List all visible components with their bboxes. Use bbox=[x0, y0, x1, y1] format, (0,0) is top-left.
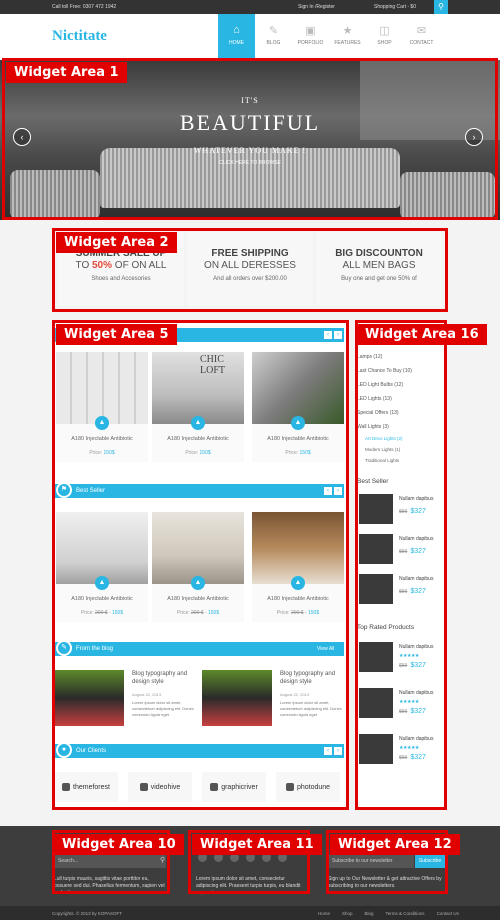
nav-label: FEATURES bbox=[334, 40, 361, 46]
nav-label: SHOP bbox=[377, 40, 392, 46]
camera-icon: ▣ bbox=[305, 25, 316, 37]
nav-label: PORFOLIO bbox=[297, 40, 324, 46]
gift-icon: ◫ bbox=[379, 25, 390, 37]
widget-area-5-label: Widget Area 5 bbox=[56, 324, 177, 345]
nav-contact[interactable]: ✉ CONTACT bbox=[403, 14, 440, 58]
footer-link-home[interactable]: Home bbox=[318, 911, 330, 916]
widget-area-12-label: Widget Area 12 bbox=[330, 834, 460, 855]
widget-area-5-frame bbox=[52, 320, 349, 810]
search-icon[interactable]: ⚲ bbox=[434, 0, 448, 14]
envelope-icon: ✉ bbox=[416, 25, 427, 37]
footer-link-contact[interactable]: Contact Us bbox=[437, 911, 459, 916]
nav-portfolio[interactable]: ▣ PORFOLIO bbox=[292, 14, 329, 58]
footer-link-shop[interactable]: Shop bbox=[342, 911, 353, 916]
footer-link-terms[interactable]: Terms & Conditions bbox=[386, 911, 425, 916]
main-nav: ⌂ HOME ✎ BLOG ▣ PORFOLIO ★ FEATURES ◫ SHOP ✉ C… bbox=[218, 14, 440, 60]
copyright-text: Copyrights. © 2013 by KOPASOFT bbox=[52, 911, 123, 916]
widget-area-16-frame bbox=[355, 320, 447, 810]
nav-features[interactable]: ★ FEATURES bbox=[329, 14, 366, 58]
nav-label: BLOG bbox=[266, 40, 281, 46]
nav-label: HOME bbox=[229, 40, 244, 46]
home-icon: ⌂ bbox=[233, 24, 240, 36]
star-icon: ★ bbox=[342, 25, 353, 37]
nav-label: CONTACT bbox=[409, 40, 434, 46]
widget-area-2-label: Widget Area 2 bbox=[56, 232, 177, 253]
top-bar: Call toll Free: 0307 472 1942 Sign In /R… bbox=[0, 0, 500, 14]
widget-area-11-label: Widget Area 11 bbox=[192, 834, 322, 855]
widget-area-1-label: Widget Area 1 bbox=[6, 62, 127, 83]
logo[interactable]: Nictitate bbox=[52, 28, 107, 45]
bottom-bar: Copyrights. © 2013 by KOPASOFT Home Shop… bbox=[0, 906, 500, 920]
footer-link-blog[interactable]: Blog bbox=[365, 911, 374, 916]
header: Nictitate ⌂ HOME ✎ BLOG ▣ PORFOLIO ★ FEATURE… bbox=[0, 14, 500, 60]
nav-shop[interactable]: ◫ SHOP bbox=[366, 14, 403, 58]
widget-area-16-label: Widget Area 16 bbox=[357, 324, 487, 345]
pencil-icon: ✎ bbox=[268, 25, 279, 37]
widget-area-10-label: Widget Area 10 bbox=[54, 834, 184, 855]
cart-link[interactable]: Shopping Cart - $0 bbox=[374, 4, 416, 10]
signin-link[interactable]: Sign In /Register bbox=[298, 4, 335, 10]
phone-text: Call toll Free: 0307 472 1942 bbox=[52, 4, 117, 10]
nav-home[interactable]: ⌂ HOME bbox=[218, 14, 255, 58]
footer-links: Home Shop Blog Terms & Conditions Contac… bbox=[318, 911, 459, 916]
nav-blog[interactable]: ✎ BLOG bbox=[255, 14, 292, 58]
